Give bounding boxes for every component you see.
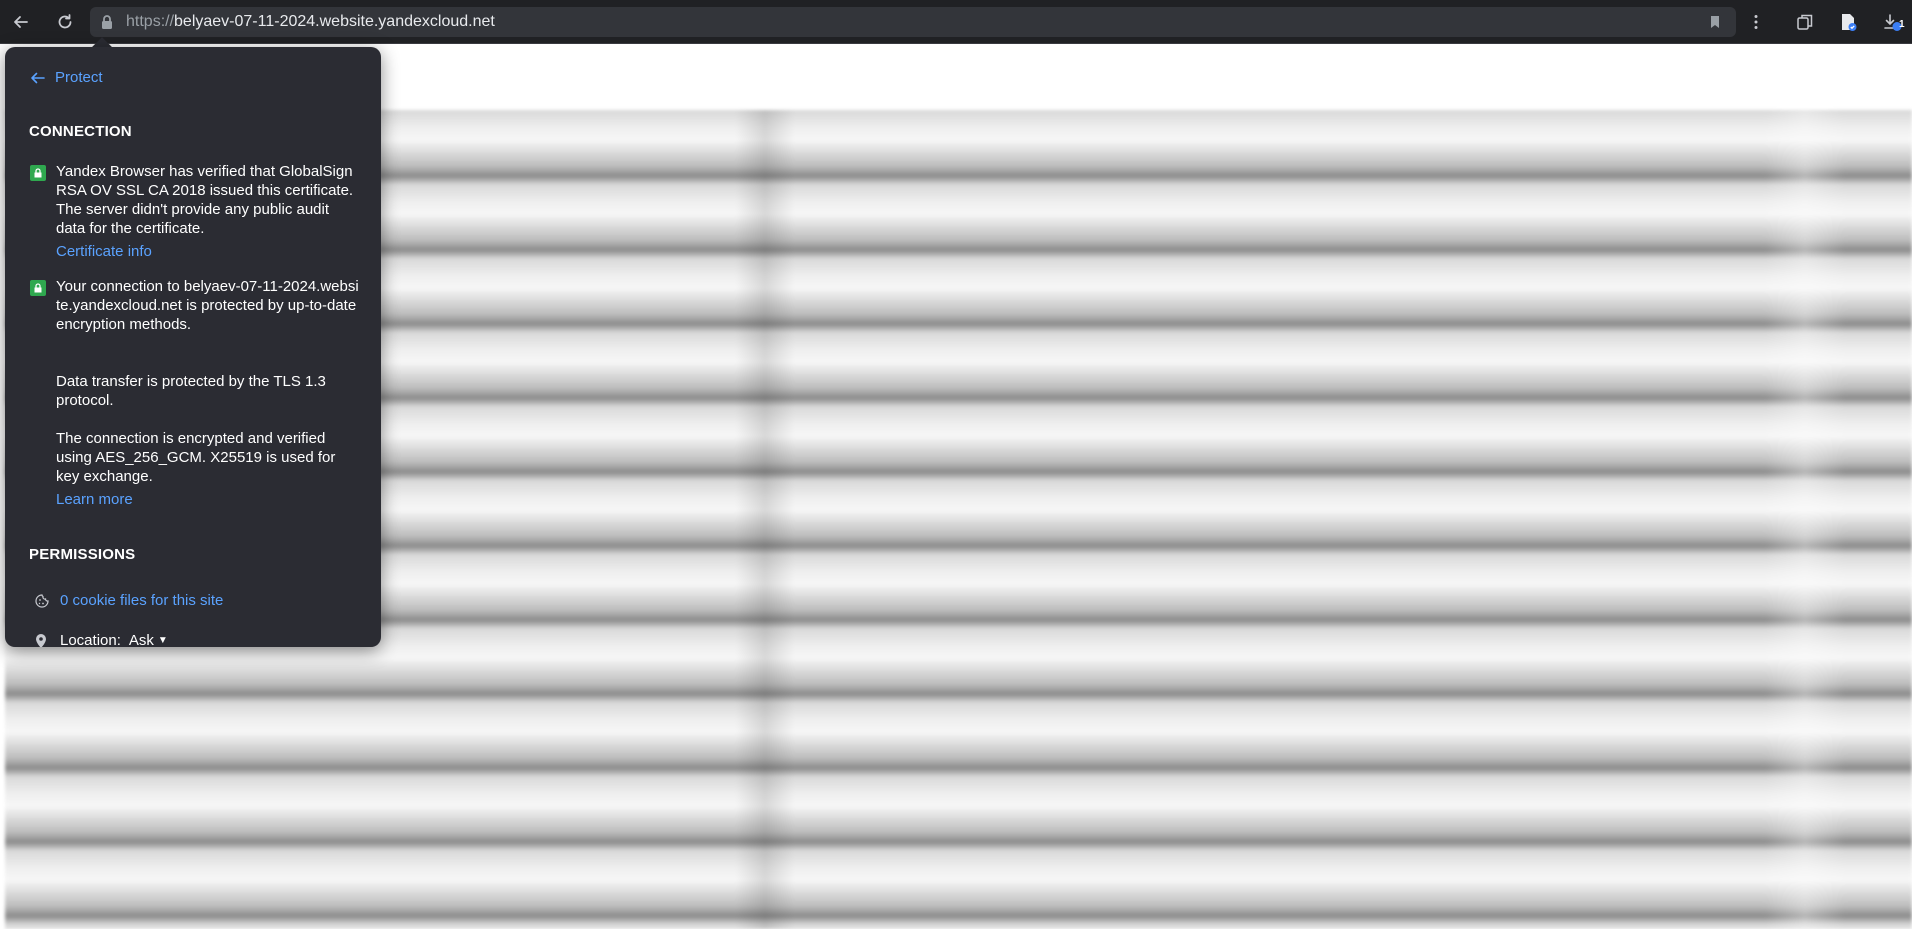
cipher-text: The connection is encrypted and verified… — [56, 430, 336, 485]
arrow-left-icon — [14, 16, 28, 28]
connection-heading: CONNECTION — [29, 123, 132, 140]
collections-button[interactable] — [1791, 8, 1819, 36]
url-scheme: https:// — [126, 13, 175, 30]
connection-protected-text: Your connection to belyaev-07-11-2024.we… — [56, 278, 359, 333]
location-select-value: Ask — [128, 632, 154, 647]
more-vertical-icon — [1754, 15, 1758, 29]
location-select[interactable]: Ask ▼ — [129, 631, 168, 647]
permissions-heading: PERMISSIONS — [29, 546, 136, 563]
lock-icon[interactable] — [100, 14, 114, 30]
secure-connection-icon — [30, 280, 46, 296]
location-permission-row: Location: Ask ▼ — [34, 631, 168, 647]
arrow-left-icon — [31, 72, 45, 83]
downloads-button[interactable]: 1 — [1878, 8, 1906, 36]
reload-button[interactable] — [51, 8, 79, 36]
tls-protocol-text: Data transfer is protected by the TLS 1.… — [56, 373, 326, 409]
url-host: belyaev-07-11-2024.website.yandexcloud.n… — [174, 13, 495, 30]
menu-button[interactable] — [1742, 8, 1770, 36]
url-text[interactable]: https://belyaev-07-11-2024.website.yande… — [126, 13, 495, 31]
address-bar[interactable]: https://belyaev-07-11-2024.website.yande… — [90, 7, 1736, 37]
certificate-verification-text: Yandex Browser has verified that GlobalS… — [56, 163, 354, 237]
protect-back-label: Protect — [55, 69, 103, 86]
cookie-icon — [35, 593, 49, 608]
reload-icon — [58, 14, 72, 29]
profile-extension-button[interactable] — [1834, 8, 1862, 36]
cookies-row[interactable]: 0 cookie files for this site — [34, 591, 223, 610]
certificate-info-link[interactable]: Certificate info — [56, 242, 152, 261]
browser-toolbar: https://belyaev-07-11-2024.website.yande… — [0, 0, 1912, 44]
cookies-link[interactable]: 0 cookie files for this site — [60, 591, 223, 610]
downloads-badge: 1 — [1899, 19, 1905, 30]
site-security-popup: Protect CONNECTION Yandex Browser has ve… — [5, 47, 381, 647]
document-check-icon — [1842, 14, 1857, 31]
learn-more-link[interactable]: Learn more — [56, 490, 133, 509]
secure-lock-icon — [30, 165, 46, 181]
back-button[interactable] — [7, 8, 35, 36]
location-label: Location: — [60, 632, 121, 647]
bookmark-icon[interactable] — [1708, 14, 1722, 30]
caret-down-icon: ▼ — [157, 635, 168, 646]
collections-icon — [1797, 14, 1813, 30]
location-pin-icon — [36, 633, 46, 647]
protect-back-link[interactable]: Protect — [30, 68, 103, 87]
